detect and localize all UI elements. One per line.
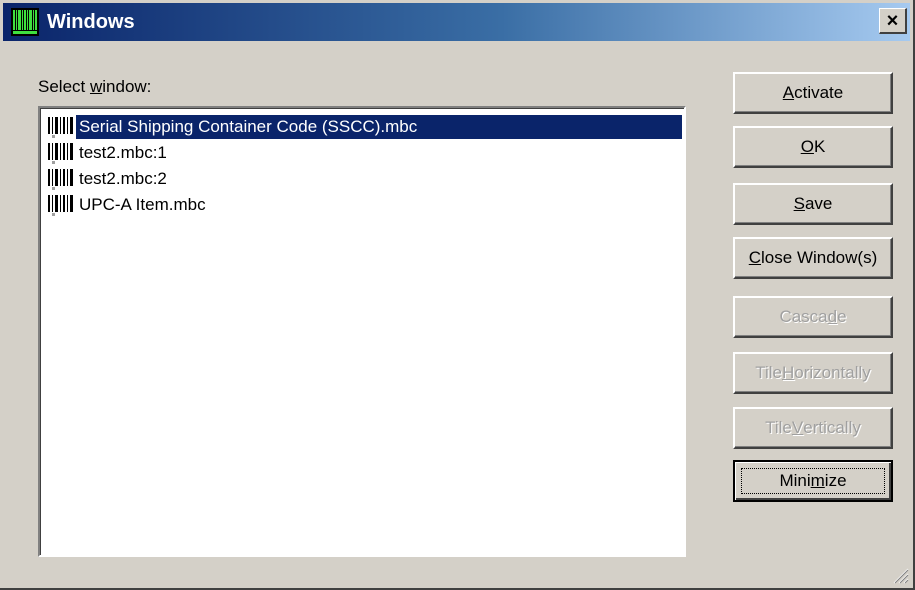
window-title: Windows xyxy=(47,10,135,33)
select-window-label: Select window: xyxy=(38,77,152,96)
tile-horizontally-button[interactable]: Tile Horizontally xyxy=(733,352,893,394)
list-item[interactable]: Serial Shipping Container Code (SSCC).mb… xyxy=(46,114,682,140)
activate-button[interactable]: Activate xyxy=(733,72,893,114)
barcode-icon xyxy=(9,7,41,37)
tile-vertically-button[interactable]: Tile Vertically xyxy=(733,407,893,449)
close-windows-button[interactable]: Close Window(s) xyxy=(733,237,893,279)
list-item-label: test2.mbc:2 xyxy=(79,169,167,188)
title-bar[interactable]: Windows × xyxy=(3,3,910,41)
barcode-doc-icon xyxy=(46,115,76,139)
save-button[interactable]: Save xyxy=(733,183,893,225)
list-item-label: test2.mbc:1 xyxy=(79,143,167,162)
barcode-doc-icon xyxy=(46,141,76,165)
cascade-button[interactable]: Casca d e xyxy=(733,296,893,338)
list-item-label: Serial Shipping Container Code (SSCC).mb… xyxy=(79,117,418,136)
windows-dialog: Windows × Select window: Serial Shipping… xyxy=(0,0,915,590)
list-item-label: UPC-A Item.mbc xyxy=(79,195,206,214)
barcode-doc-icon xyxy=(46,193,76,217)
window-listbox[interactable]: Serial Shipping Container Code (SSCC).mb… xyxy=(38,106,686,557)
ok-button[interactable]: OK xyxy=(733,126,893,168)
list-item[interactable]: test2.mbc:1 xyxy=(46,140,682,166)
list-item[interactable]: test2.mbc:2 xyxy=(46,166,682,192)
minimize-button[interactable]: Mini m ize xyxy=(733,460,893,502)
resize-grip-icon[interactable] xyxy=(891,566,909,584)
list-item[interactable]: UPC-A Item.mbc xyxy=(46,192,682,218)
barcode-doc-icon xyxy=(46,167,76,191)
close-icon: × xyxy=(886,9,899,32)
close-button[interactable]: × xyxy=(879,8,907,34)
